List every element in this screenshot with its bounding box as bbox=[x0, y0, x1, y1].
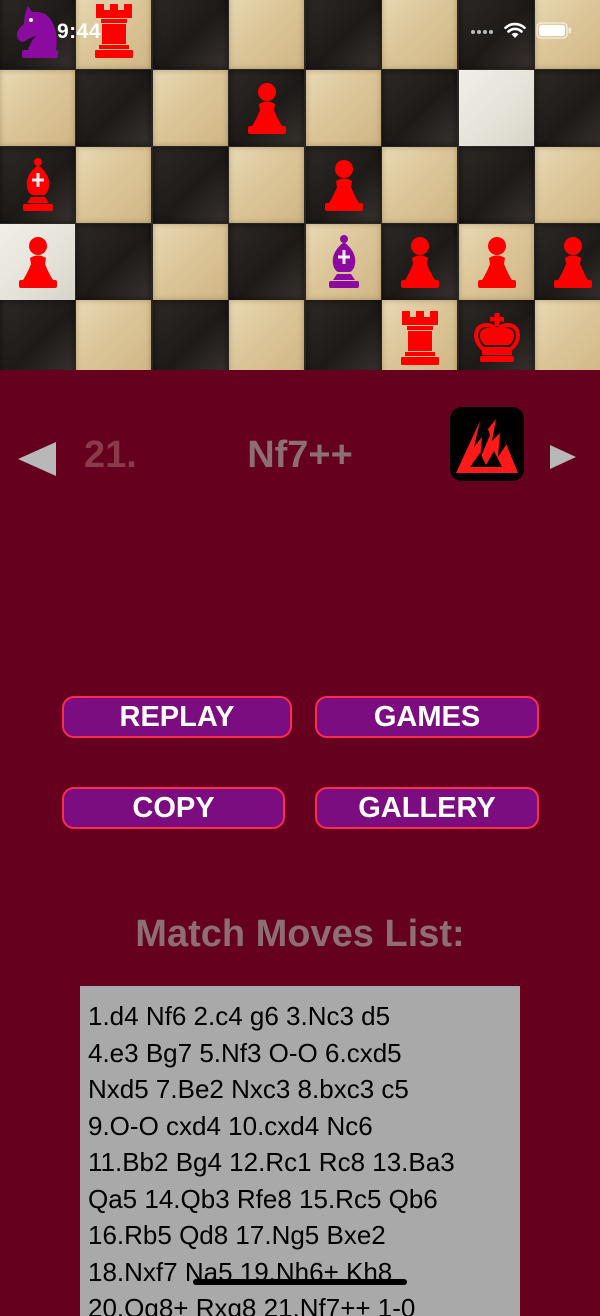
board-square[interactable] bbox=[153, 147, 228, 223]
pawn-piece-icon[interactable] bbox=[535, 224, 600, 300]
status-icons bbox=[470, 22, 572, 44]
bishop-piece-icon[interactable] bbox=[0, 147, 75, 223]
board-square[interactable] bbox=[382, 147, 457, 223]
board-square[interactable] bbox=[153, 70, 228, 146]
board-square[interactable] bbox=[459, 70, 534, 146]
board-square[interactable] bbox=[306, 70, 381, 146]
move-number: 21. bbox=[84, 434, 137, 476]
previous-move-button[interactable] bbox=[16, 440, 58, 478]
next-move-button[interactable] bbox=[548, 444, 578, 470]
pawn-piece-icon[interactable] bbox=[382, 224, 457, 300]
moves-list-text: 1.d4 Nf6 2.c4 g6 3.Nc3 d5 4.e3 Bg7 5.Nf3… bbox=[88, 1001, 455, 1316]
board-square[interactable] bbox=[76, 70, 151, 146]
board-square[interactable] bbox=[76, 224, 151, 300]
board-square[interactable] bbox=[229, 147, 304, 223]
mountain-logo-icon bbox=[456, 419, 518, 473]
board-square[interactable] bbox=[229, 224, 304, 300]
copy-button[interactable]: COPY bbox=[62, 787, 285, 829]
rook-piece-icon[interactable] bbox=[382, 300, 457, 370]
gallery-button[interactable]: GALLERY bbox=[315, 787, 539, 829]
board-square[interactable] bbox=[229, 300, 304, 370]
board-square[interactable] bbox=[153, 224, 228, 300]
board-square[interactable] bbox=[306, 300, 381, 370]
board-square[interactable] bbox=[535, 70, 600, 146]
cellular-icon bbox=[470, 24, 494, 42]
board-square[interactable] bbox=[535, 300, 600, 370]
games-button[interactable]: GAMES bbox=[315, 696, 539, 738]
pawn-piece-icon[interactable] bbox=[306, 147, 381, 223]
king-piece-icon[interactable] bbox=[459, 300, 534, 370]
board-square[interactable] bbox=[535, 147, 600, 223]
pawn-piece-icon[interactable] bbox=[0, 224, 75, 300]
pawn-piece-icon[interactable] bbox=[229, 70, 304, 146]
board-square[interactable] bbox=[76, 147, 151, 223]
board-square[interactable] bbox=[76, 300, 151, 370]
current-move: Nf7++ bbox=[247, 434, 353, 476]
board-square[interactable] bbox=[153, 300, 228, 370]
moves-list-title: Match Moves List: bbox=[135, 913, 465, 955]
status-time: 9:44 bbox=[57, 20, 102, 43]
home-indicator[interactable] bbox=[193, 1279, 407, 1285]
board-square[interactable] bbox=[459, 147, 534, 223]
board-square[interactable] bbox=[0, 300, 75, 370]
bishop-piece-icon[interactable] bbox=[306, 224, 381, 300]
replay-button[interactable]: REPLAY bbox=[62, 696, 292, 738]
board-square[interactable] bbox=[382, 70, 457, 146]
status-bar: 9:44 bbox=[0, 0, 600, 60]
moves-list-box[interactable]: 1.d4 Nf6 2.c4 g6 3.Nc3 d5 4.e3 Bg7 5.Nf3… bbox=[80, 986, 520, 1316]
triangle-left-icon bbox=[18, 442, 56, 476]
triangle-right-icon bbox=[550, 445, 576, 469]
board-square[interactable] bbox=[0, 70, 75, 146]
wifi-icon bbox=[504, 22, 526, 44]
app-logo[interactable] bbox=[450, 407, 524, 481]
pawn-piece-icon[interactable] bbox=[459, 224, 534, 300]
battery-icon bbox=[536, 22, 572, 44]
